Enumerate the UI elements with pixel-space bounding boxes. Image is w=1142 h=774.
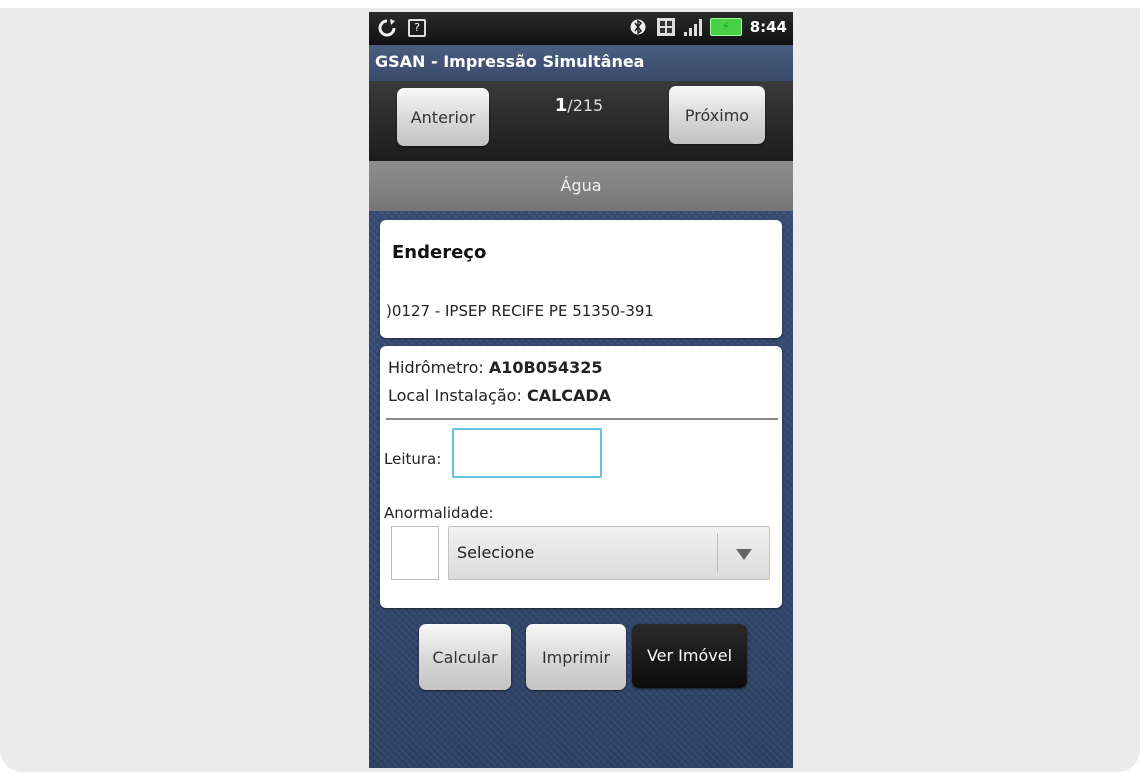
calculate-button[interactable]: Calcular bbox=[419, 624, 511, 690]
signal-icon bbox=[683, 18, 702, 36]
location-label: Local Instalação: bbox=[388, 386, 527, 405]
status-clock: 8:44 bbox=[749, 18, 787, 36]
anomaly-label: Anormalidade: bbox=[384, 504, 494, 522]
meter-label: Hidrômetro: bbox=[388, 358, 489, 377]
status-bar: ? ⚡ 8:44 bbox=[369, 12, 793, 45]
reading-label: Leitura: bbox=[384, 450, 442, 468]
meter-number: Hidrômetro: A10B054325 bbox=[388, 358, 602, 377]
app-title: GSAN - Impressão Simultânea bbox=[369, 45, 793, 81]
current-record: 1 bbox=[554, 95, 568, 116]
bluetooth-icon bbox=[628, 16, 648, 38]
total-records: /215 bbox=[567, 96, 604, 115]
anomaly-selected-value: Selecione bbox=[457, 543, 535, 562]
battery-charging-icon: ⚡ bbox=[709, 18, 742, 36]
reading-input[interactable] bbox=[452, 428, 602, 478]
next-button[interactable]: Próximo bbox=[669, 86, 765, 144]
print-button[interactable]: Imprimir bbox=[526, 624, 626, 690]
anomaly-code-input[interactable] bbox=[391, 526, 439, 580]
anomaly-select[interactable]: Selecione bbox=[448, 526, 770, 580]
address-title: Endereço bbox=[392, 242, 487, 263]
select-divider bbox=[717, 533, 718, 573]
address-line: )0127 - IPSEP RECIFE PE 51350-391 bbox=[386, 302, 654, 320]
address-card: Endereço )0127 - IPSEP RECIFE PE 51350-3… bbox=[380, 220, 782, 338]
section-header: Água bbox=[369, 161, 793, 211]
installation-location: Local Instalação: CALCADA bbox=[388, 386, 611, 405]
record-counter: 1/215 bbox=[519, 95, 639, 116]
sim-card-icon: ? bbox=[407, 17, 427, 39]
divider bbox=[386, 418, 778, 420]
meter-value: A10B054325 bbox=[488, 358, 603, 377]
view-property-button[interactable]: Ver Imóvel bbox=[632, 624, 747, 688]
sync-icon bbox=[377, 17, 397, 39]
meter-card: Hidrômetro: A10B054325 Local Instalação:… bbox=[380, 346, 782, 608]
storage-icon bbox=[656, 16, 676, 38]
status-right: ⚡ 8:44 bbox=[628, 16, 787, 38]
location-value: CALCADA bbox=[526, 386, 612, 405]
record-navigation: Anterior 1/215 Próximo bbox=[369, 81, 793, 161]
dropdown-arrow-icon bbox=[729, 539, 759, 569]
phone-screen: ? ⚡ 8:44 GSAN - Impressão Simultânea Ant… bbox=[369, 12, 793, 768]
previous-button[interactable]: Anterior bbox=[397, 88, 489, 146]
status-left: ? bbox=[377, 17, 427, 39]
